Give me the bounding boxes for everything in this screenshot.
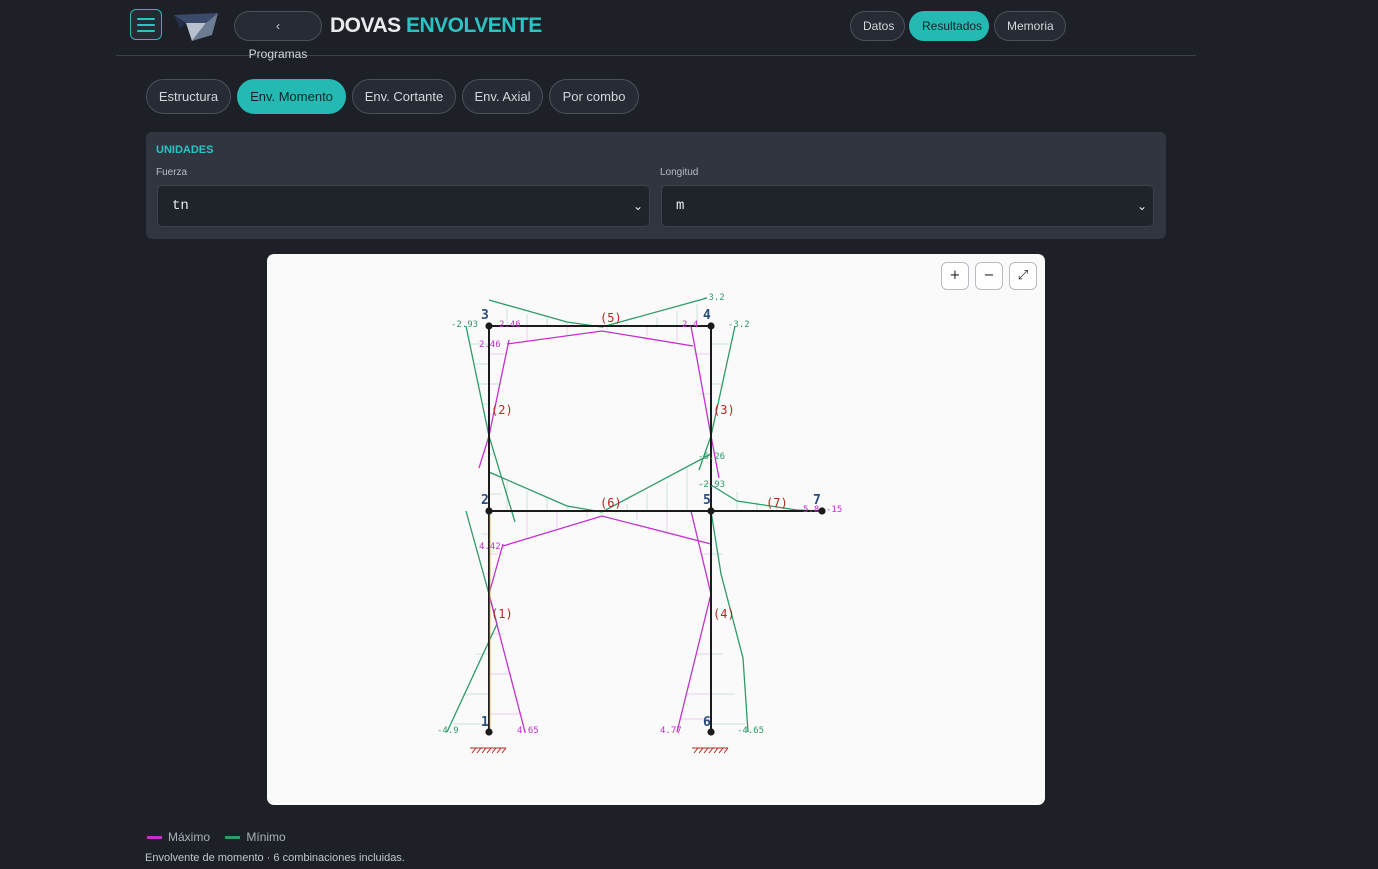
- value-label: -4.65: [737, 726, 764, 736]
- envelope-footnote: Envolvente de momento · 6 combinaciones …: [145, 852, 405, 864]
- value-label: 2.46: [499, 320, 521, 330]
- longitud-select[interactable]: m ⌄: [661, 185, 1154, 227]
- tab-label: Env. Momento: [250, 89, 333, 104]
- node-3[interactable]: [485, 322, 493, 330]
- tab-estructura[interactable]: Estructura: [146, 79, 231, 114]
- back-to-programs-button[interactable]: ‹ Programas: [234, 11, 322, 61]
- brand-part2: ENVOLVENTE: [405, 14, 542, 37]
- chevron-down-icon: ⌄: [632, 199, 643, 213]
- moment-envelope-diagram: 1 2 3 4 5 6 7 (1) (2) (3) (4) (5) (6) (7…: [437, 293, 842, 754]
- nav-resultados-label: Resultados: [922, 19, 983, 33]
- member-label: (7): [766, 496, 788, 510]
- chevron-down-icon: ⌄: [1136, 199, 1147, 213]
- tab-por-combo[interactable]: Por combo: [549, 79, 639, 114]
- brand-title: DOVAS ENVOLVENTE: [330, 14, 542, 38]
- legend-max-swatch: [147, 836, 162, 840]
- fuerza-value: tn: [172, 198, 189, 214]
- node-label: 5: [703, 493, 711, 508]
- fuerza-select[interactable]: tn ⌄: [157, 185, 650, 227]
- tab-label: Env. Cortante: [364, 89, 444, 104]
- value-label: -2.93: [451, 320, 478, 330]
- max-envelope-curves: [478, 325, 720, 733]
- member-label: (1): [491, 607, 513, 621]
- member-label: (4): [713, 607, 735, 621]
- moment-value-labels: -2.93 2.46 2.46 -3.2 2.4 -3.2 -6.26 -2.9…: [437, 293, 842, 736]
- tab-label: Env. Axial: [474, 89, 531, 104]
- legend-min-swatch: [225, 836, 241, 840]
- brand-part1: DOVAS: [330, 14, 401, 37]
- fuerza-label: Fuerza: [156, 167, 188, 178]
- member-label: (3): [713, 403, 735, 417]
- tab-label: Por combo: [562, 89, 626, 104]
- node-label: 3: [481, 308, 489, 323]
- value-label: 4.65: [517, 726, 539, 736]
- tab-label: Estructura: [158, 89, 219, 104]
- nav-datos[interactable]: Datos: [850, 11, 905, 41]
- nav-memoria[interactable]: Memoria: [994, 11, 1066, 41]
- frame-members: [488, 325, 822, 732]
- value-label: 4.42: [479, 542, 501, 552]
- legend-max-label: Máximo: [168, 830, 211, 844]
- value-label: -15: [826, 505, 842, 515]
- fixed-support-icon: [692, 747, 729, 754]
- member-label: (6): [600, 496, 622, 510]
- top-bar: ‹ Programas DOVAS ENVOLVENTE Datos Resul…: [116, 0, 1196, 61]
- menu-line-icon: [137, 30, 155, 32]
- min-envelope-curves: [446, 297, 823, 733]
- node-7[interactable]: [818, 507, 826, 515]
- nav-resultados[interactable]: Resultados: [909, 11, 989, 41]
- legend: Máximo Mínimo: [147, 830, 298, 844]
- value-label: 2.4: [682, 320, 698, 330]
- node-4[interactable]: [707, 322, 715, 330]
- node-label: 2: [481, 493, 489, 508]
- member-label: (5): [600, 311, 622, 325]
- fixed-support-icon: [470, 747, 507, 754]
- member-labels: (1) (2) (3) (4) (5) (6) (7): [491, 311, 788, 621]
- node-labels: 1 2 3 4 5 6 7: [481, 308, 821, 730]
- longitud-label: Longitud: [660, 167, 699, 178]
- value-label: -3.2: [703, 293, 725, 303]
- units-panel: UNIDADES Fuerza tn ⌄ Longitud m ⌄: [146, 132, 1166, 239]
- tab-env-axial[interactable]: Env. Axial: [462, 79, 543, 114]
- value-label: -4.9: [437, 726, 459, 736]
- nav-memoria-label: Memoria: [1007, 19, 1054, 33]
- back-button-label: ‹ Programas: [248, 19, 308, 61]
- legend-min: Mínimo: [225, 830, 286, 844]
- node-label: 6: [703, 715, 711, 730]
- menu-line-icon: [137, 24, 155, 26]
- nav-datos-label: Datos: [863, 19, 895, 33]
- menu-line-icon: [137, 18, 155, 20]
- node-2[interactable]: [485, 507, 493, 515]
- max-envelope-hatch: [489, 326, 711, 720]
- hamburger-menu-button[interactable]: [130, 9, 162, 40]
- units-title: UNIDADES: [156, 144, 214, 156]
- value-label: -3.2: [728, 320, 750, 330]
- diagram-canvas[interactable]: + − ⤢ 1 2 3 4 5 6 7 (1) (2) (3) (4) (5) …: [267, 254, 1045, 805]
- frame-nodes: [485, 322, 826, 736]
- value-label: 4.77: [660, 726, 682, 736]
- value-label: 5.8: [803, 505, 819, 515]
- node-5[interactable]: [707, 507, 715, 515]
- min-envelope-hatch: [453, 304, 778, 725]
- member-label: (2): [491, 403, 513, 417]
- node-label: 1: [481, 715, 489, 730]
- value-label: -6.26: [698, 452, 725, 462]
- legend-min-label: Mínimo: [246, 830, 286, 844]
- node-label: 4: [703, 308, 711, 323]
- longitud-value: m: [676, 198, 685, 214]
- legend-max: Máximo: [147, 830, 210, 844]
- tab-env-cortante[interactable]: Env. Cortante: [352, 79, 456, 114]
- app-logo-icon: [174, 13, 218, 41]
- value-label: -2.93: [698, 480, 725, 490]
- tab-env-momento[interactable]: Env. Momento: [237, 79, 346, 114]
- value-label: 2.46: [479, 340, 501, 350]
